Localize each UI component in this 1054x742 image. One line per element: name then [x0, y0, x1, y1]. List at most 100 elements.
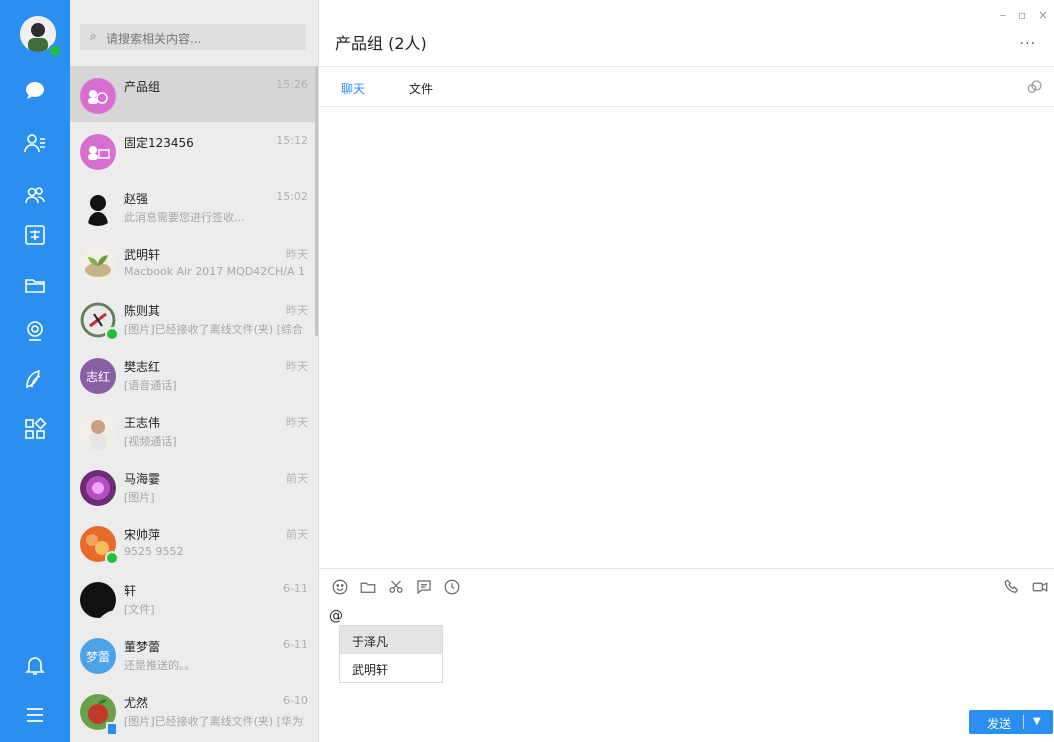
search-input[interactable]: ⌕ 请搜索相关内容... — [80, 24, 306, 50]
conversation-preview: 9525 9552 — [124, 545, 184, 558]
conversation-item[interactable]: 尤然 6-10 [图片]已经接收了离线文件(夹) [华为擎: — [70, 682, 318, 738]
contact-avatar: 梦蕾 — [80, 638, 116, 674]
conversation-time: 15:12 — [276, 134, 308, 147]
contact-avatar — [80, 414, 116, 450]
conversation-name: 武明轩 — [124, 248, 161, 262]
conversation-preview: [图片]已经接收了离线文件(夹) [华为擎: — [124, 715, 304, 728]
send-divider — [1023, 715, 1024, 729]
conversation-name: 马海霎 — [124, 472, 161, 486]
conversation-name: 宋帅萍 — [124, 528, 161, 542]
online-status-dot — [105, 327, 119, 341]
camera-icon[interactable] — [22, 318, 48, 344]
clock-icon[interactable] — [443, 578, 461, 596]
group-avatar — [80, 134, 116, 170]
mention-popup: 于泽凡 武明轩 — [339, 625, 443, 683]
conversation-item[interactable]: 宋帅萍 前天 9525 9552 — [70, 514, 318, 570]
conversation-name: 尤然 — [124, 696, 149, 710]
group-avatar — [80, 78, 116, 114]
menu-icon[interactable] — [22, 702, 48, 728]
mention-option-label: 武明轩 — [352, 663, 389, 677]
conversation-item[interactable]: 梦蕾 董梦蕾 6-11 还是推送的。。 — [70, 626, 318, 682]
left-rail — [0, 0, 70, 742]
leaf-icon[interactable] — [22, 366, 48, 392]
contacts-icon[interactable] — [22, 130, 48, 156]
conversation-preview: [文件] — [124, 603, 155, 616]
send-label: 发送 — [987, 717, 1012, 731]
conversation-item[interactable]: 马海霎 前天 [图片] — [70, 458, 318, 514]
conversation-time: 昨天 — [286, 248, 308, 261]
bubble-icon[interactable] — [1026, 78, 1044, 96]
minimize-icon[interactable]: – — [1000, 8, 1006, 22]
online-status-dot — [48, 44, 62, 58]
conversation-time: 15:26 — [276, 78, 308, 91]
conversation-name: 樊志红 — [124, 360, 161, 374]
online-status-dot — [105, 551, 119, 565]
message-input[interactable]: @ — [329, 608, 343, 624]
conversation-preview: [图片]已经接收了离线文件(夹) [综合通( — [124, 323, 304, 336]
conversation-name: 王志伟 — [124, 416, 161, 430]
conversation-item[interactable]: 武明轩 昨天 Macbook Air 2017 MQD42CH/A 13. — [70, 234, 318, 290]
contact-avatar — [80, 246, 116, 282]
conversation-item[interactable]: 产品组 15:26 — [70, 66, 318, 122]
conversation-preview: 此消息需要您进行签收... — [124, 211, 245, 224]
search-placeholder: 请搜索相关内容... — [106, 32, 202, 46]
conversation-item[interactable]: 固定123456 15:12 — [70, 122, 318, 178]
more-icon[interactable]: ··· — [1020, 36, 1036, 52]
mention-option[interactable]: 于泽凡 — [340, 626, 442, 654]
conversation-time: 6-10 — [283, 694, 308, 707]
conversation-preview: [语音通话] — [124, 379, 177, 392]
conversation-item[interactable]: 志红 樊志红 昨天 [语音通话] — [70, 346, 318, 402]
conversation-item[interactable]: 赵强 15:02 此消息需要您进行签收... — [70, 178, 318, 234]
message-icon[interactable] — [415, 578, 433, 596]
conversation-preview: 还是推送的。。 — [124, 659, 196, 672]
conversation-name: 轩 — [124, 584, 137, 598]
chat-panel: 产品组 (2人) – ▫ × ··· 聊天 文件 @ 于泽凡 武明轩 发送 ▼ — [319, 0, 1054, 742]
mention-option[interactable]: 武明轩 — [340, 654, 442, 682]
chat-icon[interactable] — [22, 78, 48, 104]
send-button[interactable]: 发送 ▼ — [969, 710, 1053, 734]
conversation-name: 固定123456 — [124, 136, 194, 150]
maximize-icon[interactable]: ▫ — [1018, 8, 1026, 22]
secret-icon[interactable] — [22, 222, 48, 248]
apps-icon[interactable] — [22, 416, 48, 442]
contact-avatar — [80, 470, 116, 506]
conversation-scrollbar[interactable] — [315, 66, 318, 336]
bell-icon[interactable] — [22, 652, 48, 678]
folder-icon[interactable] — [22, 272, 48, 298]
header-divider — [319, 66, 1054, 67]
tabs-divider — [319, 106, 1054, 107]
group-icon[interactable] — [22, 182, 48, 208]
conversation-list: ⌕ 请搜索相关内容... 产品组 15:26 固定123456 15:12 赵强… — [70, 0, 319, 742]
emoji-icon[interactable] — [331, 578, 349, 596]
conversation-preview: Macbook Air 2017 MQD42CH/A 13. — [124, 265, 304, 278]
phone-icon[interactable] — [1003, 578, 1021, 596]
tab-files[interactable]: 文件 — [409, 80, 433, 97]
conversation-name: 赵强 — [124, 192, 149, 206]
conversation-time: 昨天 — [286, 304, 308, 317]
composer-divider — [319, 568, 1054, 569]
tab-chat[interactable]: 聊天 — [341, 80, 365, 97]
scissors-icon[interactable] — [387, 578, 405, 596]
conversation-item[interactable]: 陈则其 昨天 [图片]已经接收了离线文件(夹) [综合通( — [70, 290, 318, 346]
conversation-preview: [视频通话] — [124, 435, 177, 448]
conversation-time: 6-11 — [283, 638, 308, 651]
contact-avatar — [80, 190, 116, 226]
close-icon[interactable]: × — [1038, 8, 1048, 22]
search-icon: ⌕ — [90, 29, 97, 43]
conversation-time: 前天 — [286, 472, 308, 485]
conversation-item[interactable]: 王志伟 昨天 [视频通话] — [70, 402, 318, 458]
conversation-time: 昨天 — [286, 416, 308, 429]
conversation-name: 陈则其 — [124, 304, 161, 318]
video-icon[interactable] — [1031, 578, 1049, 596]
conversation-name: 董梦蕾 — [124, 640, 161, 654]
contact-avatar — [80, 582, 116, 618]
send-options-icon[interactable]: ▼ — [1033, 716, 1041, 727]
contact-avatar: 志红 — [80, 358, 116, 394]
mobile-status-icon — [106, 722, 118, 736]
conversation-item[interactable]: 轩 6-11 [文件] — [70, 570, 318, 626]
conversation-preview: [图片] — [124, 491, 155, 504]
conversation-name: 产品组 — [124, 80, 161, 94]
folder-icon[interactable] — [359, 578, 377, 596]
mention-option-label: 于泽凡 — [352, 635, 389, 649]
chat-title: 产品组 (2人) — [335, 34, 427, 53]
